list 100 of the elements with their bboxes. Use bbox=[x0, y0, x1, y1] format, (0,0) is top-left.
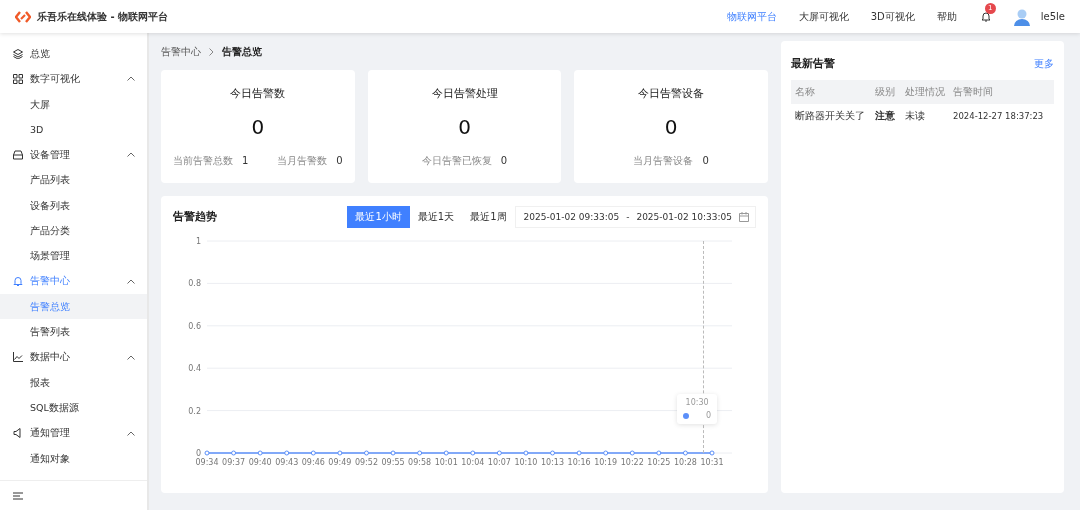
card-title: 最新告警 bbox=[791, 57, 835, 71]
data-point bbox=[284, 450, 290, 456]
chevron-icon bbox=[127, 354, 135, 360]
submenu-item[interactable]: 3D bbox=[0, 116, 147, 143]
table-cell-text: 未读 bbox=[905, 109, 926, 123]
submenu-item[interactable]: 报表 bbox=[0, 369, 147, 396]
axis-label: 10:22 bbox=[620, 458, 644, 467]
data-point bbox=[443, 450, 449, 456]
speaker-icon bbox=[13, 428, 23, 439]
axis-label: 10:04 bbox=[461, 458, 485, 467]
axis-label: 09:52 bbox=[354, 458, 378, 467]
detail-label: 当前告警总数 bbox=[173, 155, 233, 166]
submenu-item[interactable]: 产品分类 bbox=[0, 218, 147, 244]
date-text: 2025-01-02 10:33:05 bbox=[636, 212, 732, 222]
data-point bbox=[257, 450, 263, 456]
menu-item[interactable]: 设备管理 bbox=[0, 142, 147, 168]
app-title: 乐吾乐在线体验 - 物联网平台 bbox=[37, 9, 169, 24]
data-point bbox=[656, 450, 662, 456]
menu-item[interactable]: 告警中心 bbox=[0, 268, 147, 294]
nav-link[interactable]: 大屏可视化 bbox=[798, 9, 849, 24]
chevron-icon bbox=[127, 430, 135, 436]
detail-value: 0 bbox=[336, 155, 343, 166]
data-point bbox=[204, 450, 210, 456]
more-link[interactable]: 更多 bbox=[1034, 57, 1054, 71]
data-point bbox=[390, 450, 396, 456]
axis-label: 10:07 bbox=[487, 458, 511, 467]
submenu-item[interactable]: 通知对象 bbox=[0, 445, 147, 472]
bell-icon[interactable] bbox=[980, 11, 991, 22]
menu-item[interactable]: 数据中心 bbox=[0, 344, 147, 370]
axis-label: 10:01 bbox=[434, 458, 458, 467]
submenu-item[interactable]: 告警列表 bbox=[0, 319, 147, 345]
nav-link[interactable]: 物联网平台 bbox=[726, 9, 777, 24]
axis-label: 09:46 bbox=[301, 458, 325, 467]
menu-item[interactable]: 通知管理 bbox=[0, 420, 147, 446]
stat-title: 今日告警设备 bbox=[638, 86, 705, 101]
column-header: 告警时间 bbox=[953, 85, 994, 99]
data-point bbox=[629, 450, 635, 456]
avatar-icon[interactable] bbox=[1012, 7, 1031, 26]
data-point bbox=[576, 450, 582, 456]
data-point bbox=[523, 450, 529, 456]
detail-value: 0 bbox=[702, 155, 709, 166]
column-header: 级别 bbox=[875, 85, 896, 99]
data-point bbox=[417, 450, 423, 456]
axis-label: 09:40 bbox=[248, 458, 272, 467]
chevron-icon bbox=[127, 152, 135, 158]
date-range-picker[interactable]: 2025-01-02 09:33:05 - 2025-01-02 10:33:05 bbox=[514, 206, 756, 228]
date-separator: - bbox=[626, 212, 630, 222]
axis-label: 1 bbox=[195, 237, 201, 246]
axis-label: 10:16 bbox=[567, 458, 591, 467]
submenu-item[interactable]: 产品列表 bbox=[0, 167, 147, 193]
axis-label: 10:31 bbox=[700, 458, 724, 467]
axis-label: 0.4 bbox=[188, 364, 201, 374]
data-point bbox=[496, 450, 502, 456]
grid-icon bbox=[13, 73, 23, 84]
detail-value: 1 bbox=[242, 155, 249, 166]
menu-item[interactable]: 数字可视化 bbox=[0, 66, 147, 92]
stat-value: 0 bbox=[664, 115, 678, 139]
nav-link[interactable]: 3D可视化 bbox=[870, 9, 915, 24]
chevron-icon bbox=[209, 48, 214, 56]
axis-label: 09:43 bbox=[275, 458, 299, 467]
submenu-item[interactable]: 设备列表 bbox=[0, 192, 147, 219]
submenu-item[interactable]: 告警总览 bbox=[0, 293, 147, 320]
nav-link[interactable]: 帮助 bbox=[936, 9, 957, 24]
tooltip-label: 10:30 bbox=[684, 398, 710, 407]
table-cell-text: 注意 bbox=[875, 109, 896, 123]
calendar-icon[interactable] bbox=[739, 212, 749, 222]
detail-label: 当月告警设备 bbox=[633, 155, 694, 166]
tooltip-value: 0 bbox=[706, 411, 712, 420]
axis-label: 0.6 bbox=[188, 321, 201, 331]
axis-label: 0 bbox=[195, 449, 201, 458]
date-text: 2025-01-02 09:33:05 bbox=[523, 212, 620, 222]
range-tab[interactable]: 最近1小时 bbox=[347, 206, 410, 228]
data-point bbox=[310, 450, 316, 456]
chart-icon bbox=[13, 352, 23, 363]
axis-label: 10:13 bbox=[541, 458, 565, 467]
column-header: 名称 bbox=[795, 85, 816, 99]
submenu-item[interactable]: 大屏 bbox=[0, 91, 147, 117]
breadcrumb-item[interactable]: 告警中心 bbox=[161, 45, 201, 59]
menu-item[interactable]: 总览 bbox=[0, 41, 147, 67]
detail-label: 今日告警已恢复 bbox=[421, 155, 492, 166]
data-point bbox=[682, 450, 688, 456]
axis-label: 10:10 bbox=[514, 458, 538, 467]
menu-icon[interactable] bbox=[13, 491, 23, 500]
axis-label: 09:49 bbox=[328, 458, 352, 467]
detail-value: 0 bbox=[500, 155, 508, 166]
stat-title: 今日告警处理 bbox=[431, 86, 498, 101]
axis-label: 09:55 bbox=[381, 458, 405, 467]
username[interactable]: le5le bbox=[1040, 11, 1065, 22]
stat-value: 0 bbox=[251, 115, 265, 139]
column-header: 处理情况 bbox=[905, 85, 946, 99]
layers-icon bbox=[13, 48, 23, 59]
submenu-item[interactable]: SQL数据源 bbox=[0, 395, 147, 421]
table-cell-text: 断路器开关关了 bbox=[795, 109, 866, 123]
submenu-item[interactable]: 场景管理 bbox=[0, 243, 147, 269]
data-point bbox=[337, 450, 343, 456]
data-point bbox=[470, 450, 476, 456]
axis-label: 0.2 bbox=[188, 406, 201, 416]
axis-label: 09:37 bbox=[222, 458, 246, 467]
data-point bbox=[550, 450, 556, 456]
axis-label: 0.8 bbox=[188, 279, 201, 289]
